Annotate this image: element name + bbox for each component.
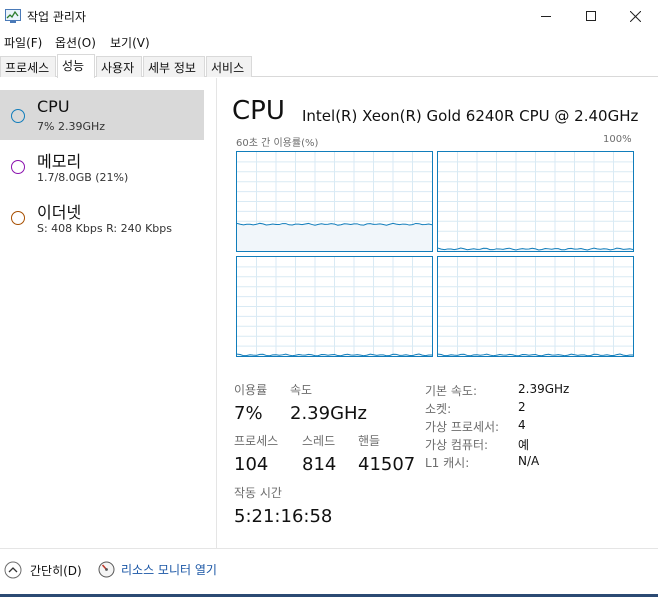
maximize-icon <box>586 11 596 21</box>
cpu-core-graph-1 <box>437 151 634 252</box>
resource-monitor-link[interactable]: 리소스 모니터 열기 <box>98 561 217 578</box>
task-manager-icon <box>5 9 21 23</box>
close-button[interactable] <box>612 0 658 32</box>
maximize-button[interactable] <box>568 0 614 32</box>
tab-processes[interactable]: 프로세스 <box>0 56 56 77</box>
graph-caption: 60초 간 이용률(%) <box>236 138 319 149</box>
resource-sidebar: CPU 7% 2.39GHz 메모리 1.7/8.0GB (21%) 이더넷 S… <box>0 78 205 548</box>
tab-services[interactable]: 서비스 <box>206 56 252 77</box>
memory-indicator-icon <box>11 160 25 174</box>
sidebar-item-label: CPU <box>37 97 70 116</box>
utilization-value: 7% <box>234 403 263 424</box>
sidebar-divider <box>216 78 217 548</box>
menu-options[interactable]: 옵션(O) <box>55 34 96 51</box>
footer-divider <box>0 548 658 549</box>
sidebar-item-label: 이더넷 <box>37 203 82 222</box>
graph-canvas <box>237 257 432 356</box>
cpu-core-graph-3 <box>437 256 634 357</box>
handles-value: 41507 <box>358 454 416 475</box>
menu-bar: 파일(F) 옵션(O) 보기(V) <box>0 32 658 52</box>
tab-users[interactable]: 사용자 <box>96 56 142 77</box>
close-icon <box>629 10 641 22</box>
tab-strip: 프로세스 성능 사용자 세부 정보 서비스 <box>0 54 658 78</box>
resource-monitor-icon <box>98 561 115 578</box>
spec-label-sockets: 소켓: <box>425 402 452 416</box>
graph-canvas <box>237 152 432 251</box>
graph-canvas <box>438 257 633 356</box>
sidebar-item-detail: 7% 2.39GHz <box>37 120 106 133</box>
minimize-button[interactable] <box>523 0 569 32</box>
spec-value-l1-cache: N/A <box>518 454 540 468</box>
utilization-label: 이용률 <box>234 383 268 397</box>
tab-performance[interactable]: 성능 <box>57 54 95 78</box>
threads-value: 814 <box>302 454 337 475</box>
spec-value-virtual-machine: 예 <box>518 438 530 452</box>
graph-area <box>237 223 432 251</box>
uptime-label: 작동 시간 <box>234 486 282 500</box>
cpu-core-graph-2 <box>236 256 433 357</box>
processes-label: 프로세스 <box>234 434 279 448</box>
cpu-indicator-icon <box>11 109 25 123</box>
title-bar: 작업 관리자 <box>0 0 658 32</box>
sidebar-item-detail: 1.7/8.0GB (21%) <box>37 171 129 184</box>
minimize-icon <box>541 16 551 17</box>
ethernet-indicator-icon <box>11 211 25 225</box>
speed-value: 2.39GHz <box>290 403 368 424</box>
spec-label-virtual-processors: 가상 프로세서: <box>425 420 500 434</box>
spec-label-base-speed: 기본 속도: <box>425 384 478 398</box>
processes-value: 104 <box>234 454 269 475</box>
spec-value-base-speed: 2.39GHz <box>518 382 570 396</box>
collapse-button[interactable]: 간단히(D) <box>4 561 82 579</box>
speed-label: 속도 <box>290 383 313 397</box>
menu-view[interactable]: 보기(V) <box>110 34 150 51</box>
sidebar-item-memory[interactable]: 메모리 1.7/8.0GB (21%) <box>0 141 204 191</box>
resource-monitor-label: 리소스 모니터 열기 <box>121 563 217 577</box>
sidebar-item-label: 메모리 <box>37 152 82 171</box>
menu-file[interactable]: 파일(F) <box>4 34 42 51</box>
spec-label-l1-cache: L1 캐시: <box>425 456 470 470</box>
sidebar-item-cpu[interactable]: CPU 7% 2.39GHz <box>0 90 204 140</box>
sidebar-item-ethernet[interactable]: 이더넷 S: 408 Kbps R: 240 Kbps <box>0 192 204 242</box>
sidebar-item-detail: S: 408 Kbps R: 240 Kbps <box>37 222 172 235</box>
graph-max-label: 100% <box>603 134 632 145</box>
cpu-core-graph-0 <box>236 151 433 252</box>
threads-label: 스레드 <box>302 434 336 448</box>
cpu-model-name: Intel(R) Xeon(R) Gold 6240R CPU @ 2.40GH… <box>302 107 639 125</box>
tab-details[interactable]: 세부 정보 <box>143 56 205 77</box>
page-title: CPU <box>232 96 285 126</box>
handles-label: 핸들 <box>358 434 381 448</box>
spec-value-virtual-processors: 4 <box>518 418 526 432</box>
window-title: 작업 관리자 <box>27 10 87 24</box>
collapse-label: 간단히(D) <box>30 563 82 578</box>
spec-label-virtual-machine: 가상 컴퓨터: <box>425 438 489 452</box>
chevron-up-icon <box>4 561 22 579</box>
graph-canvas <box>438 152 633 251</box>
spec-value-sockets: 2 <box>518 400 526 414</box>
uptime-value: 5:21:16:58 <box>234 506 333 527</box>
